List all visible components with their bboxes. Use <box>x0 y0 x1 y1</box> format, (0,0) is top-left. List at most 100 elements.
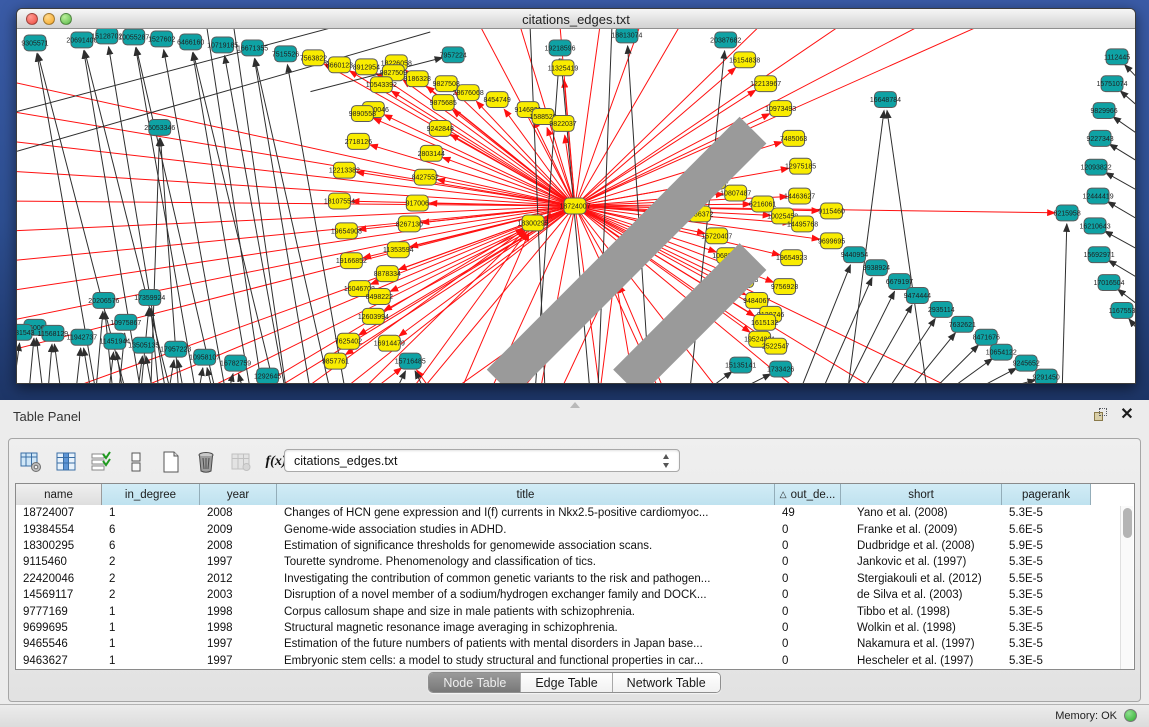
table-row[interactable]: 946554611997Estimation of the future num… <box>16 636 1134 652</box>
cell-title[interactable]: Tourette syndrome. Phenomenology and cla… <box>277 556 775 568</box>
cell-name[interactable]: 14569117 <box>16 589 102 601</box>
import-table-icon[interactable] <box>229 450 253 474</box>
cell-pagerank[interactable]: 5.3E-5 <box>1002 556 1091 568</box>
cell-year[interactable]: 1997 <box>200 638 277 650</box>
cell-pagerank[interactable]: 5.3E-5 <box>1002 589 1091 601</box>
cell-out_de[interactable]: 0 <box>775 589 841 601</box>
cell-pagerank[interactable]: 5.3E-5 <box>1002 606 1091 618</box>
cell-name[interactable]: 9465546 <box>16 638 102 650</box>
column-header-pagerank[interactable]: pagerank <box>1002 484 1091 505</box>
divider-handle[interactable] <box>570 402 580 408</box>
tab-network-table[interactable]: Network Table <box>613 673 720 692</box>
cell-year[interactable]: 2008 <box>200 507 277 519</box>
table-row[interactable]: 1830029562008Estimation of significance … <box>16 538 1134 554</box>
cell-in_degree[interactable]: 2 <box>102 589 200 601</box>
cell-in_degree[interactable]: 1 <box>102 655 200 667</box>
cell-in_degree[interactable]: 6 <box>102 524 200 536</box>
cell-year[interactable]: 1997 <box>200 655 277 667</box>
cell-title[interactable]: Estimation of the future numbers of pati… <box>277 638 775 650</box>
cell-pagerank[interactable]: 5.3E-5 <box>1002 507 1091 519</box>
column-header-year[interactable]: year <box>200 484 277 505</box>
cell-year[interactable]: 2009 <box>200 524 277 536</box>
cell-name[interactable]: 22420046 <box>16 573 102 585</box>
cell-title[interactable]: Corpus callosum shape and size in male p… <box>277 606 775 618</box>
table-scrollbar-thumb[interactable] <box>1123 508 1132 538</box>
table-row[interactable]: 977716911998Corpus callosum shape and si… <box>16 603 1134 619</box>
cell-pagerank[interactable]: 5.3E-5 <box>1002 655 1091 667</box>
cell-name[interactable]: 19384554 <box>16 524 102 536</box>
cell-pagerank[interactable]: 5.3E-5 <box>1002 622 1091 634</box>
cell-short[interactable]: Dudbridge et al. (2008) <box>841 540 1002 552</box>
cell-short[interactable]: Nakamura et al. (1997) <box>841 638 1002 650</box>
cell-pagerank[interactable]: 5.3E-5 <box>1002 638 1091 650</box>
cell-out_de[interactable]: 49 <box>775 507 841 519</box>
cell-pagerank[interactable]: 5.5E-5 <box>1002 573 1091 585</box>
table-source-select[interactable]: citations_edges.txt <box>284 449 680 472</box>
column-header-in_degree[interactable]: in_degree <box>102 484 200 505</box>
cell-title[interactable]: Disruption of a novel member of a sodium… <box>277 589 775 601</box>
cell-title[interactable]: Estimation of significance thresholds fo… <box>277 540 775 552</box>
table-row[interactable]: 1938455462009Genome-wide association stu… <box>16 521 1134 537</box>
tab-edge-table[interactable]: Edge Table <box>521 673 612 692</box>
cell-year[interactable]: 2003 <box>200 589 277 601</box>
cell-title[interactable]: Changes of HCN gene expression and I(f) … <box>277 507 775 519</box>
cell-name[interactable]: 18724007 <box>16 507 102 519</box>
cell-title[interactable]: Structural magnetic resonance image aver… <box>277 622 775 634</box>
cell-year[interactable]: 2008 <box>200 540 277 552</box>
cell-name[interactable]: 18300295 <box>16 540 102 552</box>
cell-out_de[interactable]: 0 <box>775 655 841 667</box>
cell-in_degree[interactable]: 1 <box>102 507 200 519</box>
cell-year[interactable]: 1998 <box>200 622 277 634</box>
cell-short[interactable]: Jankovic et al. (1997) <box>841 556 1002 568</box>
cell-out_de[interactable]: 0 <box>775 622 841 634</box>
cell-short[interactable]: Franke et al. (2009) <box>841 524 1002 536</box>
cell-out_de[interactable]: 0 <box>775 573 841 585</box>
table-scrollbar[interactable] <box>1120 506 1133 669</box>
cell-in_degree[interactable]: 1 <box>102 622 200 634</box>
cell-short[interactable]: Stergiakouli et al. (2012) <box>841 573 1002 585</box>
cell-in_degree[interactable]: 1 <box>102 638 200 650</box>
column-header-short[interactable]: short <box>841 484 1002 505</box>
cell-name[interactable]: 9777169 <box>16 606 102 618</box>
delete-table-icon[interactable] <box>194 450 218 474</box>
column-header-out_de[interactable]: △out_de... <box>775 484 841 505</box>
resize-grip[interactable] <box>17 29 1135 383</box>
cell-short[interactable]: de Silva et al. (2003) <box>841 589 1002 601</box>
cell-year[interactable]: 1998 <box>200 606 277 618</box>
cell-pagerank[interactable]: 5.6E-5 <box>1002 524 1091 536</box>
memory-status-dot[interactable] <box>1124 709 1137 722</box>
float-panel-icon[interactable] <box>1093 408 1109 424</box>
network-window-titlebar[interactable]: citations_edges.txt <box>17 9 1135 29</box>
cell-in_degree[interactable]: 2 <box>102 573 200 585</box>
column-header-name[interactable]: name <box>16 484 102 505</box>
network-canvas[interactable]: 1872400718300295193845548660123891295418… <box>17 29 1135 383</box>
cell-short[interactable]: Tibbo et al. (1998) <box>841 606 1002 618</box>
cell-in_degree[interactable]: 6 <box>102 540 200 552</box>
cell-out_de[interactable]: 0 <box>775 556 841 568</box>
close-panel-icon[interactable]: ✕ <box>1119 406 1135 424</box>
compact-view-icon[interactable] <box>124 450 148 474</box>
cell-title[interactable]: Genome-wide association studies in ADHD. <box>277 524 775 536</box>
table-row[interactable]: 911546021997Tourette syndrome. Phenomeno… <box>16 554 1134 570</box>
cell-out_de[interactable]: 0 <box>775 638 841 650</box>
cell-name[interactable]: 9463627 <box>16 655 102 667</box>
cell-out_de[interactable]: 0 <box>775 540 841 552</box>
cell-name[interactable]: 9699695 <box>16 622 102 634</box>
table-row[interactable]: 2242004622012Investigating the contribut… <box>16 571 1134 587</box>
table-row[interactable]: 969969511998Structural magnetic resonanc… <box>16 620 1134 636</box>
cell-title[interactable]: Embryonic stem cells: a model to study s… <box>277 655 775 667</box>
cell-short[interactable]: Hescheler et al. (1997) <box>841 655 1002 667</box>
cell-year[interactable]: 1997 <box>200 556 277 568</box>
table-settings-icon[interactable] <box>19 450 43 474</box>
table-row[interactable]: 1872400712008Changes of HCN gene express… <box>16 505 1134 521</box>
new-table-icon[interactable] <box>159 450 183 474</box>
table-row[interactable]: 946362711997Embryonic stem cells: a mode… <box>16 653 1134 669</box>
cell-year[interactable]: 2012 <box>200 573 277 585</box>
cell-name[interactable]: 9115460 <box>16 556 102 568</box>
cell-short[interactable]: Yano et al. (2008) <box>841 507 1002 519</box>
show-columns-icon[interactable] <box>54 450 78 474</box>
cell-out_de[interactable]: 0 <box>775 606 841 618</box>
cell-short[interactable]: Wolkin et al. (1998) <box>841 622 1002 634</box>
column-header-title[interactable]: title <box>277 484 775 505</box>
select-rows-icon[interactable] <box>89 450 113 474</box>
